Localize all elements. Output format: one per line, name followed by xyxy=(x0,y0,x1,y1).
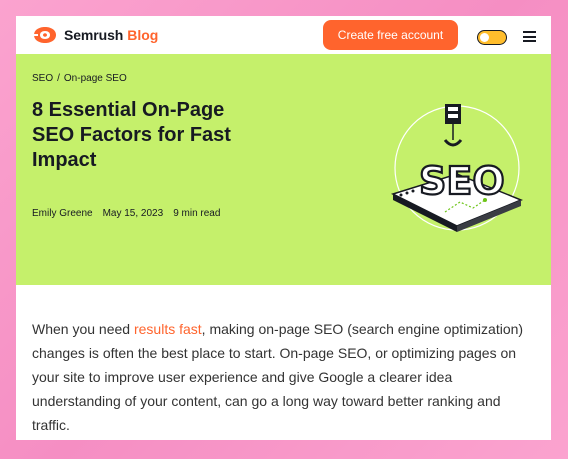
breadcrumb-current[interactable]: On-page SEO xyxy=(64,73,127,84)
publish-date: May 15, 2023 xyxy=(102,208,164,219)
article-meta: Emily Greene May 15, 2023 9 min read xyxy=(32,208,220,219)
article-title: 8 Essential On-Page SEO Factors for Fast… xyxy=(32,99,231,171)
breadcrumb-separator: / xyxy=(57,73,60,84)
article-intro: When you need results fast, making on-pa… xyxy=(32,317,542,437)
menu-line xyxy=(523,35,536,38)
theme-toggle[interactable] xyxy=(477,30,507,45)
results-fast-link[interactable]: results fast xyxy=(134,321,202,337)
seo-crane-illustration: SEO xyxy=(391,104,523,232)
create-free-account-button[interactable]: Create free account xyxy=(323,20,458,50)
author-name[interactable]: Emily Greene xyxy=(32,208,93,219)
semrush-logo-icon xyxy=(32,27,56,43)
article-hero: SEO / On-page SEO 8 Essential On-Page SE… xyxy=(16,54,551,285)
breadcrumb-home[interactable]: SEO xyxy=(32,73,53,84)
breadcrumb: SEO / On-page SEO xyxy=(32,73,127,84)
brand-name: Semrush xyxy=(64,27,124,43)
seo-letters: SEO xyxy=(419,159,505,203)
read-time: 9 min read xyxy=(173,208,221,219)
site-header: Semrush Blog Create free account xyxy=(16,16,551,54)
intro-text-after: , making on-page SEO (search engine opti… xyxy=(32,321,524,433)
menu-line xyxy=(523,40,536,42)
semrush-blog-logo[interactable]: Semrush Blog xyxy=(32,25,158,45)
toggle-knob xyxy=(480,32,489,42)
hamburger-menu-icon[interactable] xyxy=(523,31,536,42)
intro-text-before: When you need xyxy=(32,321,134,337)
browser-page: Semrush Blog Create free account SEO / O… xyxy=(16,16,551,440)
section-name: Blog xyxy=(127,27,159,43)
menu-line xyxy=(523,31,536,33)
